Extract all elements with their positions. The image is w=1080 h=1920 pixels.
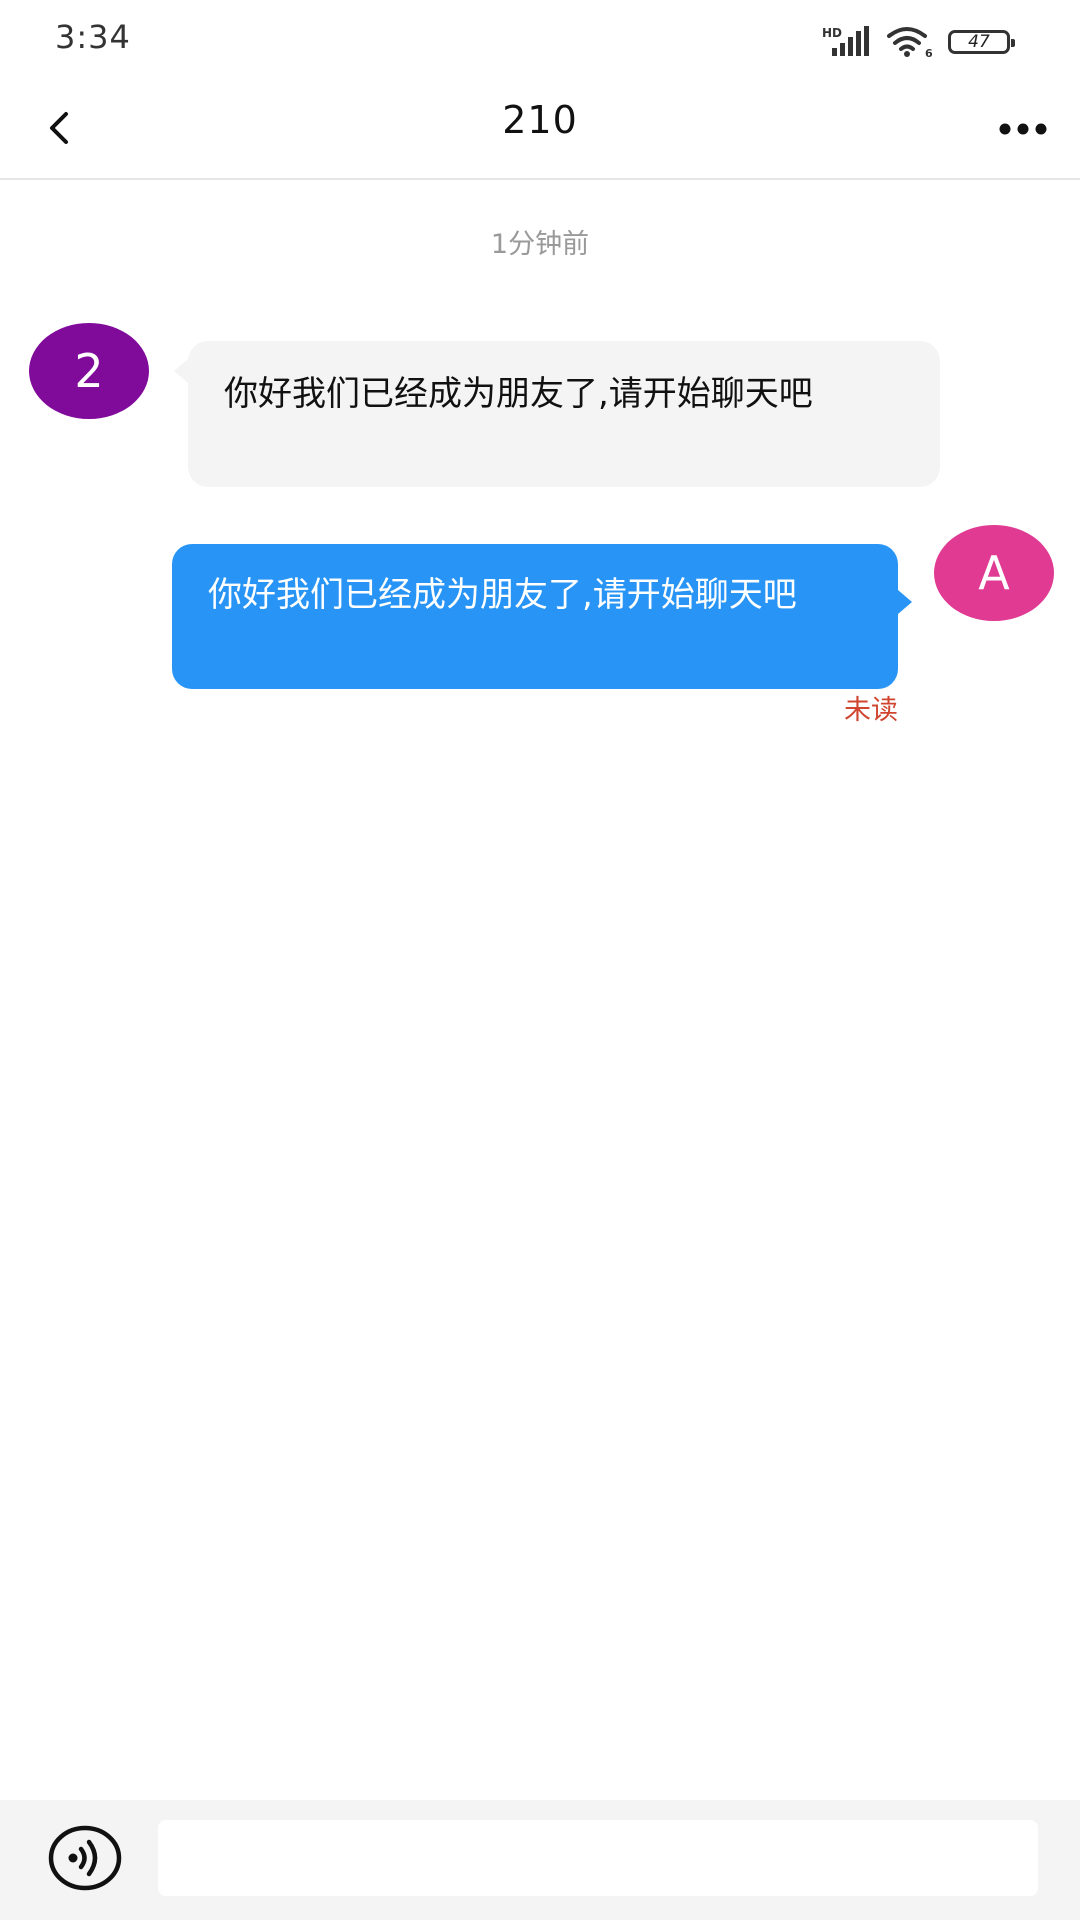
wifi-label: 6: [925, 47, 933, 58]
voice-input-button[interactable]: [47, 1825, 123, 1895]
avatar-initial: 2: [74, 344, 104, 398]
read-status-badge: 未读: [844, 695, 898, 726]
contact-avatar[interactable]: 2: [29, 323, 149, 419]
message-text: 你好我们已经成为朋友了,请开始聊天吧: [208, 575, 797, 615]
time-divider: 1分钟前: [490, 229, 590, 260]
battery-icon: 47: [948, 30, 1015, 54]
battery-level: 47: [968, 32, 990, 52]
network-label: HD: [822, 26, 842, 40]
my-avatar[interactable]: A: [934, 525, 1054, 621]
status-time: 3:34: [55, 18, 131, 56]
outgoing-message-bubble[interactable]: 你好我们已经成为朋友了,请开始聊天吧: [172, 544, 912, 689]
more-options-button[interactable]: [988, 100, 1058, 160]
avatar-initial: A: [978, 546, 1010, 600]
voice-input-icon: [47, 1825, 123, 1895]
nav-bar: 210: [0, 80, 1080, 180]
wifi-icon: 6: [886, 26, 934, 58]
hd-signal-icon: HD: [822, 26, 872, 58]
input-bar: [0, 1800, 1080, 1920]
message-text: 你好我们已经成为朋友了,请开始聊天吧: [224, 374, 813, 414]
incoming-message-bubble[interactable]: 你好我们已经成为朋友了,请开始聊天吧: [174, 341, 940, 487]
status-icons: HD 6 47: [822, 22, 1015, 62]
status-bar: 3:34 HD 6 47: [0, 0, 1080, 80]
chat-title: 210: [502, 98, 578, 142]
message-input[interactable]: [158, 1820, 1038, 1896]
more-dots-icon: [998, 121, 1048, 140]
